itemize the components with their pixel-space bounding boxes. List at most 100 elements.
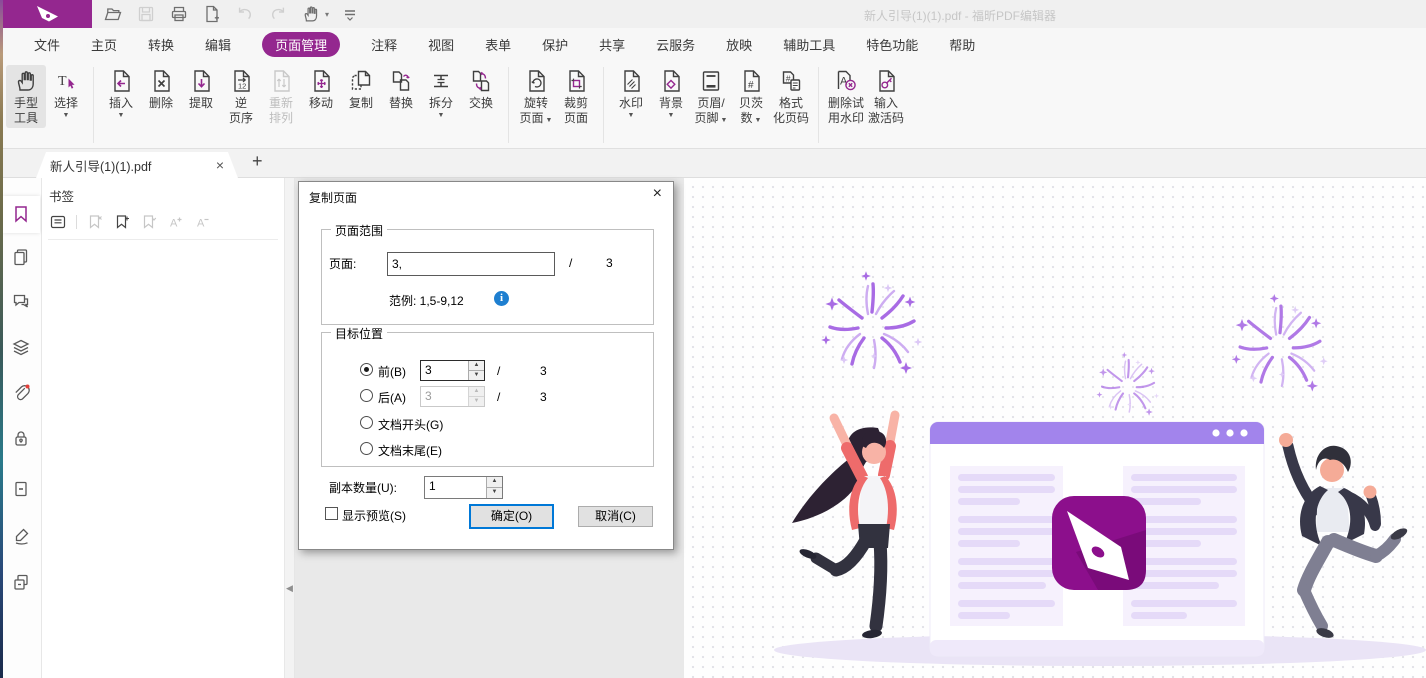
- bookmark-panel-divider: [48, 239, 278, 240]
- tab-close-icon[interactable]: ×: [216, 158, 224, 172]
- add-bookmark-icon[interactable]: [113, 213, 131, 231]
- toolbar-divider: [76, 215, 77, 229]
- insert-pages-button[interactable]: 插入 ▼: [101, 65, 141, 121]
- delete-pages-button[interactable]: 删除: [141, 65, 181, 113]
- menu-edit[interactable]: 编辑: [205, 35, 231, 54]
- collapse-panel-icon[interactable]: ◀: [286, 583, 293, 594]
- menu-share[interactable]: 共享: [599, 35, 625, 54]
- watermark-button[interactable]: 水印 ▼: [611, 65, 651, 121]
- comments-icon[interactable]: [11, 291, 31, 311]
- doc-start-radio-label[interactable]: 文档开头(G): [378, 416, 443, 433]
- decrease-text-size-icon: A: [194, 213, 212, 231]
- menu-page-organize-active[interactable]: 页面管理: [262, 32, 340, 57]
- info-icon[interactable]: i: [494, 291, 509, 306]
- after-radio-label[interactable]: 后(A): [378, 389, 406, 406]
- doc-start-radio[interactable]: [360, 416, 373, 429]
- header-footer-button[interactable]: 页眉/页脚▼: [691, 65, 731, 128]
- page-thumbnails-icon[interactable]: [11, 247, 31, 267]
- extract-pages-button[interactable]: 提取: [181, 65, 221, 113]
- menu-file[interactable]: 文件: [34, 35, 60, 54]
- menu-accessibility[interactable]: 辅助工具: [783, 35, 835, 54]
- document-tab-bar: 新人引导(1)(1).pdf × +: [0, 149, 1426, 178]
- linked-view-icon[interactable]: [11, 572, 31, 592]
- menu-present[interactable]: 放映: [726, 35, 752, 54]
- open-file-icon[interactable]: [103, 4, 123, 24]
- app-logo[interactable]: [0, 0, 92, 28]
- new-document-icon[interactable]: [202, 4, 222, 24]
- dialog-close-icon[interactable]: ×: [653, 186, 662, 202]
- panel-splitter[interactable]: ◀: [285, 178, 295, 678]
- menu-convert[interactable]: 转换: [148, 35, 174, 54]
- select-tool-button[interactable]: T 选择 ▼: [46, 65, 86, 121]
- document-tab[interactable]: 新人引导(1)(1).pdf ×: [36, 152, 238, 178]
- before-page-spinner[interactable]: 3 ▲▼: [420, 360, 485, 381]
- doc-end-radio-label[interactable]: 文档末尾(E): [378, 442, 442, 459]
- page-range-legend: 页面范围: [331, 222, 387, 239]
- layers-icon[interactable]: [11, 338, 31, 358]
- cancel-button[interactable]: 取消(C): [578, 506, 653, 527]
- background-icon: [658, 68, 684, 94]
- firework-right: [1232, 294, 1328, 392]
- delete-pages-icon: [148, 68, 174, 94]
- before-radio-label[interactable]: 前(B): [378, 363, 406, 380]
- page-range-input[interactable]: [387, 252, 555, 276]
- background-button[interactable]: 背景 ▼: [651, 65, 691, 121]
- menu-help[interactable]: 帮助: [949, 35, 975, 54]
- celebration-illustration: [684, 178, 1426, 678]
- bookmark-panel-active-tile[interactable]: [3, 196, 40, 233]
- reverse-page-order-button[interactable]: 12 逆页序: [221, 65, 261, 128]
- undo-icon[interactable]: [235, 4, 255, 24]
- before-radio[interactable]: [360, 363, 373, 376]
- delete-bookmark-icon: [86, 213, 104, 231]
- menu-home[interactable]: 主页: [91, 35, 117, 54]
- hand-tool-dropdown-caret[interactable]: ▾: [325, 10, 329, 19]
- rotate-pages-icon: [523, 68, 549, 94]
- split-document-button[interactable]: 拆分 ▼: [421, 65, 461, 121]
- customize-toolbar-icon[interactable]: [342, 4, 358, 24]
- bates-numbering-button[interactable]: # 贝茨数▼: [731, 65, 771, 128]
- expand-bookmarks-icon[interactable]: [49, 213, 67, 231]
- menu-features[interactable]: 特色功能: [866, 35, 918, 54]
- menu-view[interactable]: 视图: [428, 35, 454, 54]
- swap-pages-button[interactable]: 交换: [461, 65, 501, 113]
- ok-button[interactable]: 确定(O): [469, 504, 554, 529]
- menu-comment[interactable]: 注释: [371, 35, 397, 54]
- attachments-icon[interactable]: [11, 383, 31, 403]
- ribbon-separator: [603, 67, 604, 143]
- copies-spinner[interactable]: 1 ▲▼: [424, 476, 503, 499]
- replace-pages-button[interactable]: 替换: [381, 65, 421, 113]
- format-page-numbers-button[interactable]: # 格式化页码: [771, 65, 811, 128]
- menu-cloud[interactable]: 云服务: [656, 35, 695, 54]
- signature-icon[interactable]: [11, 526, 31, 546]
- menu-form[interactable]: 表单: [485, 35, 511, 54]
- doc-end-radio[interactable]: [360, 442, 373, 455]
- destinations-icon[interactable]: [11, 479, 31, 499]
- redo-icon[interactable]: [268, 4, 288, 24]
- crop-pages-button[interactable]: 裁剪页面: [556, 65, 596, 128]
- duplicate-pages-button[interactable]: 复制: [341, 65, 381, 113]
- spin-up-icon: ▲: [487, 477, 502, 488]
- show-preview-label[interactable]: 显示预览(S): [342, 507, 406, 524]
- save-icon[interactable]: [136, 4, 156, 24]
- rotate-pages-button[interactable]: 旋转页面▼: [516, 65, 556, 128]
- page-range-group: 页面范围 页面: / 3 范例: 1,5-9,12 i: [321, 229, 654, 325]
- new-tab-icon[interactable]: +: [252, 151, 263, 172]
- print-icon[interactable]: [169, 4, 189, 24]
- title-bar: ▾ 新人引导(1)(1).pdf - 福昕PDF编辑器: [0, 0, 1426, 28]
- remove-trial-watermark-button[interactable]: A 删除试用水印: [826, 65, 866, 128]
- navigation-sidebar: [0, 178, 42, 678]
- move-pages-button[interactable]: 移动: [301, 65, 341, 113]
- after-page-spinner: 3 ▲▼: [420, 386, 485, 407]
- menu-protect[interactable]: 保护: [542, 35, 568, 54]
- main-content: 书签 A A ◀: [0, 178, 1426, 678]
- replace-pages-icon: [388, 68, 414, 94]
- hand-tool-button[interactable]: 手型工具: [6, 65, 46, 128]
- document-page-illustration[interactable]: [684, 178, 1426, 678]
- rearrange-pages-icon: [268, 68, 294, 94]
- security-icon[interactable]: [11, 428, 31, 448]
- enter-activation-code-button[interactable]: 输入激活码: [866, 65, 906, 128]
- show-preview-checkbox[interactable]: [325, 507, 338, 520]
- after-radio[interactable]: [360, 389, 373, 402]
- svg-text:A: A: [170, 218, 178, 230]
- hand-tool-quick-icon[interactable]: [301, 4, 321, 24]
